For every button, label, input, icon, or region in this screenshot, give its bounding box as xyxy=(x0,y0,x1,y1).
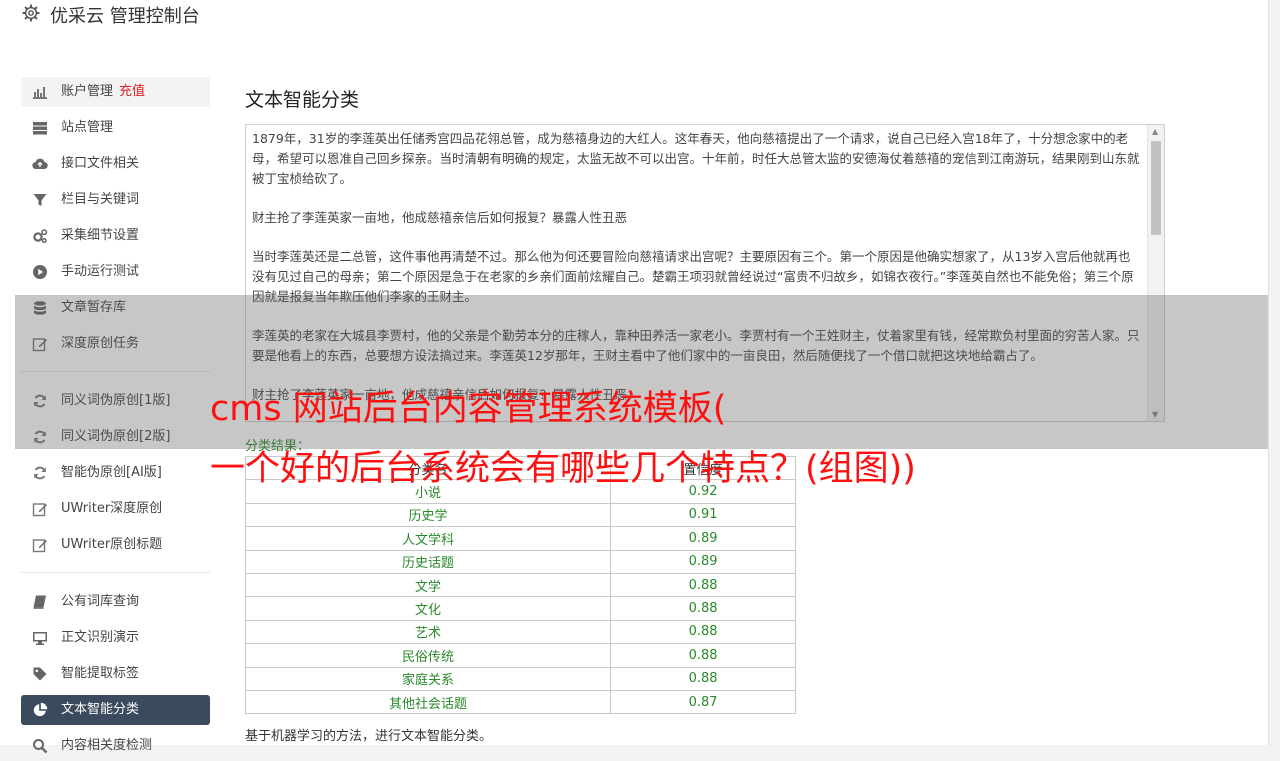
sidebar-item-collect-settings[interactable]: 采集细节设置 xyxy=(21,221,210,251)
table-row: 历史话题 0.89 xyxy=(244,549,796,574)
category-cell: 民俗传统 xyxy=(244,643,612,668)
sidebar-item-tag-extract[interactable]: 智能提取标签 xyxy=(21,659,210,689)
sidebar-item-label: 手动运行测试 xyxy=(61,264,140,279)
classification-table: 分类名 置信度 小说 0.92 历史学 0.91 人文学科 0.89 历史话题 0.89… xyxy=(244,455,796,715)
book-icon xyxy=(33,595,46,609)
sidebar-item-interface-files[interactable]: 接口文件相关 xyxy=(21,149,210,179)
sidebar-item-label: UWriter原创标题 xyxy=(61,537,163,552)
filter-icon xyxy=(33,194,47,206)
cloud-upload-icon xyxy=(32,158,48,170)
sidebar-item-ai-rewrite[interactable]: 智能伪原创[AI版] xyxy=(21,458,210,488)
gear-icon[interactable] xyxy=(22,4,40,22)
edit-icon xyxy=(32,503,47,517)
confidence-cell: 0.89 xyxy=(610,526,796,551)
scroll-up-icon[interactable]: ▲ xyxy=(1152,127,1158,136)
table-row: 文化 0.88 xyxy=(244,596,796,621)
category-cell: 历史话题 xyxy=(244,549,612,574)
sidebar-item-columns-keywords[interactable]: 栏目与关键词 xyxy=(21,185,210,215)
text-paragraph: 1879年，31岁的李莲英出任储秀宫四品花翎总管，成为慈禧身边的大红人。这年春天… xyxy=(252,131,1140,186)
table-row: 家庭关系 0.88 xyxy=(244,666,796,691)
sidebar-item-account[interactable]: 账户管理 充值 xyxy=(21,77,210,107)
recharge-link[interactable]: 充值 xyxy=(119,84,145,99)
tag-icon xyxy=(33,667,47,681)
sidebar-item-sites[interactable]: 站点管理 xyxy=(21,113,210,143)
play-icon xyxy=(33,265,47,279)
table-row: 其他社会话题 0.87 xyxy=(244,689,796,715)
search-icon xyxy=(33,739,48,754)
category-cell: 文化 xyxy=(244,596,612,621)
sidebar-item-label: 智能提取标签 xyxy=(61,666,140,681)
app-title: 优采云 管理控制台 xyxy=(50,6,200,27)
sidebar-item-uwriter-deep[interactable]: UWriter深度原创 xyxy=(21,494,210,524)
category-cell: 家庭关系 xyxy=(244,666,612,691)
sidebar-item-label: 账户管理 xyxy=(61,84,114,99)
method-footnote: 基于机器学习的方法，进行文本智能分类。 xyxy=(245,729,493,744)
pie-chart-icon xyxy=(33,702,48,717)
sidebar-item-label: 内容相关度检测 xyxy=(61,738,153,753)
sidebar-divider xyxy=(21,572,210,573)
category-cell: 其他社会话题 xyxy=(244,689,612,715)
confidence-cell: 0.88 xyxy=(610,666,796,691)
confidence-cell: 0.87 xyxy=(610,689,796,715)
server-icon xyxy=(33,122,47,135)
table-row: 历史学 0.91 xyxy=(244,502,796,528)
bar-chart-icon xyxy=(33,87,47,99)
category-cell: 艺术 xyxy=(244,619,612,645)
overlay-title-line1: cms 网站后台内容管理系统模板( xyxy=(210,389,727,429)
monitor-icon xyxy=(33,632,47,645)
sidebar-item-public-lexicon[interactable]: 公有词库查询 xyxy=(21,587,210,617)
refresh-icon xyxy=(34,466,46,480)
table-row: 文学 0.88 xyxy=(244,572,796,598)
category-cell: 历史学 xyxy=(244,502,612,528)
table-row: 民俗传统 0.88 xyxy=(244,643,796,668)
table-row: 艺术 0.88 xyxy=(244,619,796,645)
sidebar-item-label: 公有词库查询 xyxy=(61,594,140,609)
sidebar-item-label: 站点管理 xyxy=(61,120,114,135)
overlay-title-line2: 一个好的后台系统会有哪些几个特点？(组图)) xyxy=(210,449,916,489)
sidebar-item-text-classify[interactable]: 文本智能分类 xyxy=(21,695,210,725)
sidebar-item-label: UWriter深度原创 xyxy=(61,501,163,516)
sidebar-item-uwriter-title[interactable]: UWriter原创标题 xyxy=(21,530,210,560)
gears-icon xyxy=(33,229,48,244)
sidebar-item-manual-test[interactable]: 手动运行测试 xyxy=(21,257,210,287)
sidebar-item-label: 采集细节设置 xyxy=(61,228,140,243)
sidebar-item-label: 栏目与关键词 xyxy=(61,192,140,207)
scroll-thumb[interactable] xyxy=(1151,141,1161,235)
confidence-cell: 0.88 xyxy=(610,572,796,598)
sidebar-item-text-recognition[interactable]: 正文识别演示 xyxy=(21,623,210,653)
category-cell: 文学 xyxy=(244,572,612,598)
sidebar-item-label: 正文识别演示 xyxy=(61,630,140,645)
confidence-cell: 0.88 xyxy=(610,619,796,645)
table-row: 人文学科 0.89 xyxy=(244,526,796,551)
sidebar-item-label: 接口文件相关 xyxy=(61,156,140,171)
confidence-cell: 0.91 xyxy=(610,502,796,528)
confidence-cell: 0.88 xyxy=(610,643,796,668)
sidebar-item-label: 智能伪原创[AI版] xyxy=(61,465,162,480)
category-cell: 人文学科 xyxy=(244,526,612,551)
edit-icon xyxy=(32,539,47,553)
sidebar-item-label: 文本智能分类 xyxy=(61,702,140,717)
text-paragraph: 财主抢了李莲英家一亩地，他成慈禧亲信后如何报复？暴露人性丑恶 xyxy=(252,210,628,225)
confidence-cell: 0.88 xyxy=(610,596,796,621)
sidebar-item-relevance-check[interactable]: 内容相关度检测 xyxy=(21,731,210,761)
top-bar: 优采云 管理控制台 xyxy=(0,0,1269,53)
page-title: 文本智能分类 xyxy=(245,89,360,111)
confidence-cell: 0.89 xyxy=(610,549,796,574)
